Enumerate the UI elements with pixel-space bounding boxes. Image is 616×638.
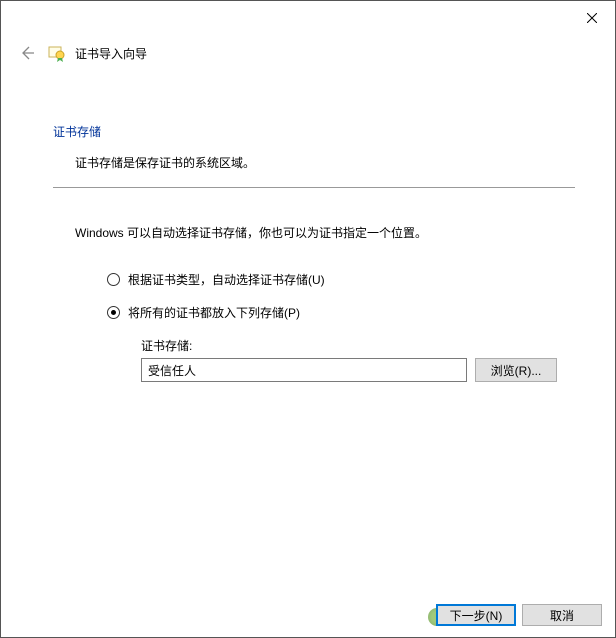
- back-arrow-icon: [19, 45, 35, 61]
- radio-auto-label: 根据证书类型，自动选择证书存储(U): [128, 271, 325, 288]
- close-icon: [587, 13, 597, 23]
- section-description: 证书存储是保存证书的系统区域。: [75, 154, 575, 171]
- section-heading: 证书存储: [53, 123, 575, 140]
- radio-group: 根据证书类型，自动选择证书存储(U) 将所有的证书都放入下列存储(P): [107, 271, 575, 321]
- next-button[interactable]: 下一步(N): [436, 604, 516, 626]
- radio-auto-input[interactable]: [107, 273, 120, 286]
- content-area: 证书存储 证书存储是保存证书的系统区域。 Windows 可以自动选择证书存储，…: [1, 63, 615, 382]
- wizard-header: 证书导入向导: [1, 33, 615, 63]
- back-button[interactable]: [17, 43, 37, 63]
- footer-buttons: 下一步(N) 取消: [436, 604, 602, 626]
- titlebar: [1, 5, 615, 33]
- radio-auto-select[interactable]: 根据证书类型，自动选择证书存储(U): [107, 271, 575, 288]
- radio-place-label: 将所有的证书都放入下列存储(P): [128, 304, 300, 321]
- browse-button[interactable]: 浏览(R)...: [475, 358, 557, 382]
- store-label: 证书存储:: [141, 337, 575, 354]
- wizard-title: 证书导入向导: [75, 45, 147, 62]
- divider: [53, 187, 575, 188]
- radio-place-input[interactable]: [107, 306, 120, 319]
- close-button[interactable]: [569, 5, 615, 31]
- radio-place-all[interactable]: 将所有的证书都放入下列存储(P): [107, 304, 575, 321]
- certificate-icon: [47, 44, 65, 62]
- instruction-text: Windows 可以自动选择证书存储，你也可以为证书指定一个位置。: [75, 224, 575, 241]
- certificate-store-row: 证书存储: 浏览(R)...: [141, 337, 575, 382]
- store-input[interactable]: [141, 358, 467, 382]
- cancel-button[interactable]: 取消: [522, 604, 602, 626]
